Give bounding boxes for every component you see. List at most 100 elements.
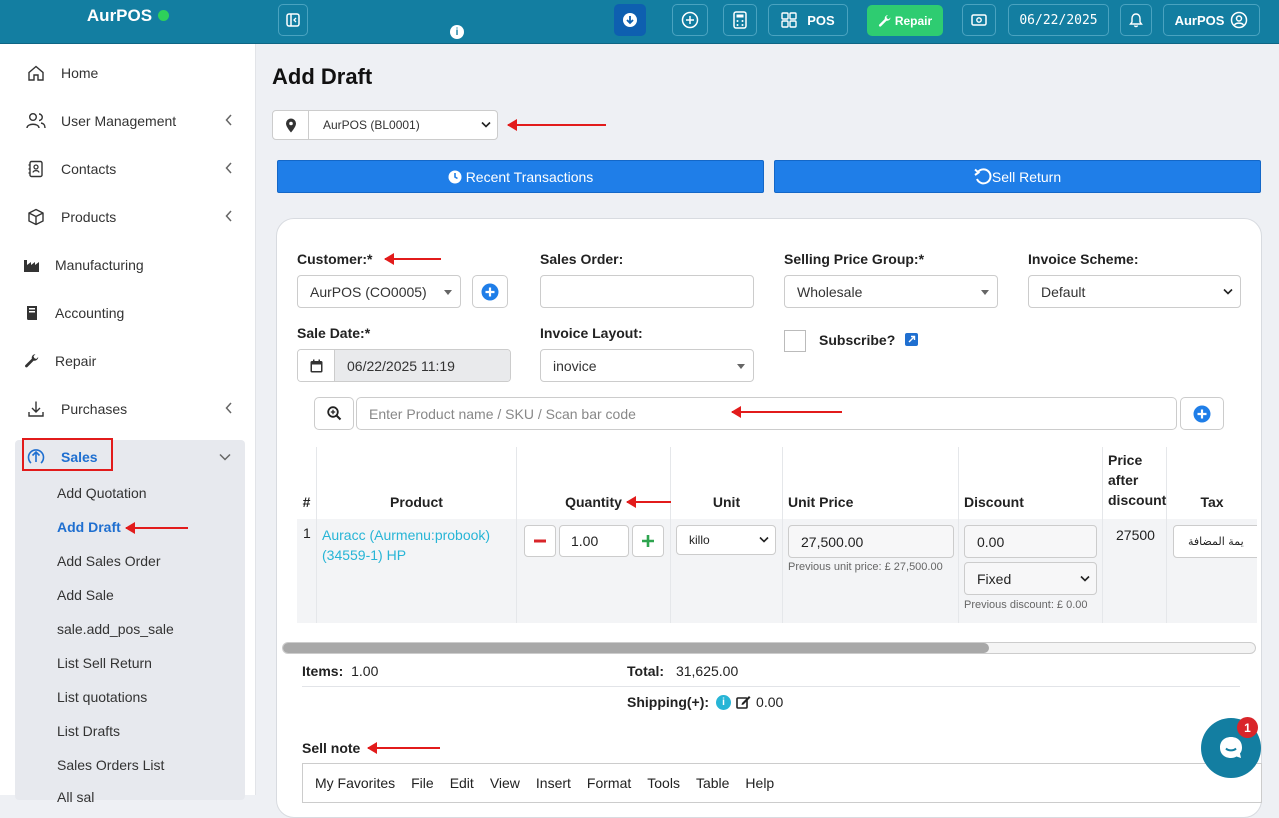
sidebar: Home User Management Contacts Products M… xyxy=(0,44,256,805)
invoice-layout-label: Invoice Layout: xyxy=(540,325,643,341)
menu-help[interactable]: Help xyxy=(745,775,774,791)
sidebar-sub-add-quotation[interactable]: Add Quotation xyxy=(57,485,147,501)
chevron-left-icon xyxy=(225,162,232,174)
menu-file[interactable]: File xyxy=(411,775,434,791)
sell-note-label: Sell note xyxy=(302,740,361,756)
annotation-arrow xyxy=(125,522,188,534)
menu-format[interactable]: Format xyxy=(587,775,631,791)
minus-icon xyxy=(534,539,546,543)
unit-price-input[interactable]: 27,500.00 xyxy=(788,525,954,558)
sidebar-item-contacts[interactable]: Contacts xyxy=(15,149,245,189)
customer-select[interactable]: AurPOS (CO0005) xyxy=(297,275,461,308)
menu-my-favorites[interactable]: My Favorites xyxy=(315,775,395,791)
quantity-input[interactable]: 1.00 xyxy=(559,525,629,557)
add-button[interactable] xyxy=(672,4,708,36)
edit-icon[interactable] xyxy=(736,695,751,709)
subscribe-checkbox[interactable] xyxy=(784,330,806,352)
sale-date-field[interactable]: 06/22/2025 11:19 xyxy=(297,349,511,382)
product-table: # Product Quantity Unit Unit Price Disco… xyxy=(297,447,1257,623)
sell-return-button[interactable]: Sell Return xyxy=(774,160,1261,193)
sales-order-select[interactable] xyxy=(540,275,754,308)
unit-value: killo xyxy=(689,533,710,547)
shipping-label: Shipping(+): xyxy=(627,694,710,710)
col-header-num: # xyxy=(297,447,317,519)
brand[interactable]: AurPOS xyxy=(0,0,256,44)
sale-date-value: 06/22/2025 11:19 xyxy=(335,350,510,381)
sidebar-item-label: User Management xyxy=(61,113,177,129)
page-title: Add Draft xyxy=(272,64,373,89)
tax-select[interactable]: يمة المضافة xyxy=(1173,525,1257,558)
sidebar-item-user-management[interactable]: User Management xyxy=(15,101,245,141)
sidebar-sub-add-sale[interactable]: Add Sale xyxy=(57,587,114,603)
sidebar-item-label: Accounting xyxy=(55,305,125,321)
shipping-value: 0.00 xyxy=(756,694,784,710)
menu-view[interactable]: View xyxy=(490,775,520,791)
menu-table[interactable]: Table xyxy=(696,775,729,791)
sidebar-item-home[interactable]: Home xyxy=(15,53,245,93)
col-header-product: Product xyxy=(317,447,517,519)
annotation-arrow xyxy=(384,253,441,265)
notifications-button[interactable] xyxy=(1120,4,1152,36)
info-icon[interactable]: i xyxy=(716,694,732,710)
sales-order-label: Sales Order: xyxy=(540,251,624,267)
toggle-sidebar-button[interactable] xyxy=(278,4,308,36)
main-content: Add Draft AurPOS (BL0001) Recent Transac… xyxy=(256,44,1279,818)
discount-type-select[interactable]: Fixed xyxy=(964,562,1097,595)
sidebar-sub-all-sales[interactable]: All sal xyxy=(57,789,94,805)
brand-name: AurPOS xyxy=(86,6,153,25)
scrollbar-thumb[interactable] xyxy=(283,643,989,653)
location-select[interactable]: AurPOS (BL0001) xyxy=(272,110,498,140)
unit-select[interactable]: killo xyxy=(676,525,776,555)
external-link-icon[interactable] xyxy=(905,333,918,346)
invoice-layout-select[interactable]: inovice xyxy=(540,349,754,382)
menu-tools[interactable]: Tools xyxy=(647,775,680,791)
menu-edit[interactable]: Edit xyxy=(450,775,474,791)
items-label: Items: xyxy=(302,663,344,679)
sidebar-sub-list-drafts[interactable]: List Drafts xyxy=(57,723,120,739)
product-link[interactable]: Auracc (Aurmenu:probook) (34559-1) HP xyxy=(317,519,517,623)
sidebar-sub-sales-orders-list[interactable]: Sales Orders List xyxy=(57,757,164,773)
search-zoom-button[interactable] xyxy=(314,397,354,430)
calculator-button[interactable] xyxy=(723,4,757,36)
users-icon xyxy=(25,110,47,132)
sidebar-sub-list-sell-return[interactable]: List Sell Return xyxy=(57,655,152,671)
sidebar-sub-add-pos-sale[interactable]: sale.add_pos_sale xyxy=(57,621,174,637)
sidebar-item-manufacturing[interactable]: Manufacturing xyxy=(15,245,245,285)
download-button[interactable] xyxy=(614,4,646,36)
discount-type-value: Fixed xyxy=(977,570,1012,587)
info-icon[interactable]: i xyxy=(450,25,464,39)
recent-transactions-button[interactable]: Recent Transactions xyxy=(277,160,764,193)
sidebar-item-label: Home xyxy=(61,65,99,81)
invoice-scheme-select[interactable]: Default xyxy=(1028,275,1241,308)
decrease-qty-button[interactable] xyxy=(524,525,556,557)
cash-register-button[interactable] xyxy=(962,4,996,36)
items-value: 1.00 xyxy=(351,663,379,679)
sidebar-item-purchases[interactable]: Purchases xyxy=(15,389,245,429)
sidebar-item-accounting[interactable]: Accounting xyxy=(15,293,245,333)
sidebar-sub-add-sales-order[interactable]: Add Sales Order xyxy=(57,553,161,569)
sidebar-sub-list-quotations[interactable]: List quotations xyxy=(57,689,147,705)
price-group-select[interactable]: Wholesale xyxy=(784,275,998,308)
search-plus-icon xyxy=(326,406,341,421)
menu-insert[interactable]: Insert xyxy=(536,775,571,791)
customer-value: AurPOS (CO0005) xyxy=(310,283,427,300)
highlight-box xyxy=(22,438,113,471)
total-label: Total: xyxy=(627,663,665,679)
sidebar-item-repair[interactable]: Repair xyxy=(15,341,245,381)
annotation-arrow xyxy=(367,742,440,754)
sidebar-sub-add-draft[interactable]: Add Draft xyxy=(57,519,121,535)
chevron-down-icon xyxy=(219,453,231,461)
sidebar-item-products[interactable]: Products xyxy=(15,197,245,237)
add-product-button[interactable] xyxy=(1180,397,1224,430)
discount-input[interactable]: 0.00 xyxy=(964,525,1097,558)
product-search-input[interactable]: Enter Product name / SKU / Scan bar code xyxy=(356,397,1177,430)
pos-button[interactable]: POS xyxy=(768,4,848,36)
table-horizontal-scrollbar[interactable] xyxy=(282,642,1256,654)
chevron-left-icon xyxy=(225,402,232,414)
plus-circle-icon xyxy=(1193,405,1211,422)
col-header-quantity: Quantity xyxy=(517,447,671,519)
increase-qty-button[interactable] xyxy=(632,525,664,557)
repair-button[interactable]: Repair xyxy=(867,5,943,36)
add-customer-button[interactable] xyxy=(472,275,508,308)
user-menu-button[interactable]: AurPOS xyxy=(1163,4,1260,36)
